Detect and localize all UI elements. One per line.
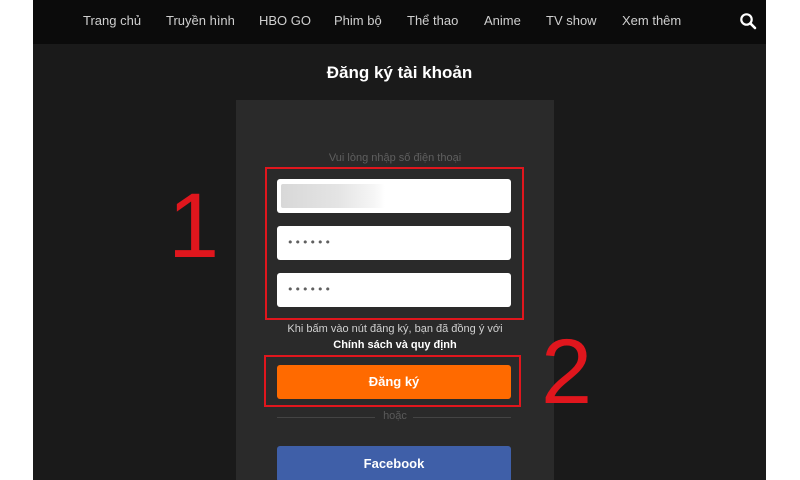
page-title: Đăng ký tài khoản (326, 63, 473, 82)
search-icon[interactable] (739, 12, 757, 30)
facebook-login-button[interactable]: Facebook (277, 446, 511, 480)
nav-item-phim-bo[interactable]: Phim bộ (334, 13, 382, 28)
nav-item-hbo-go[interactable]: HBO GO (259, 13, 311, 28)
nav-item-the-thao[interactable]: Thể thao (407, 13, 458, 28)
annotation-box-fields (265, 167, 524, 320)
divider-right (413, 417, 511, 418)
nav-item-tv-show[interactable]: TV show (546, 13, 597, 28)
phone-hint-label: Vui lòng nhập số điện thoại (328, 152, 462, 164)
annotation-number-2: 2 (541, 321, 593, 423)
annotation-box-register (264, 355, 521, 407)
nav-item-trang-chu[interactable]: Trang chủ (83, 13, 141, 28)
annotation-number-1: 1 (168, 175, 220, 277)
policy-link[interactable]: Chính sách và quy định (236, 339, 554, 351)
nav-item-xem-them[interactable]: Xem thêm (622, 13, 681, 28)
nav-item-anime[interactable]: Anime (484, 13, 521, 28)
or-label: hoặc (383, 410, 407, 422)
top-navigation-bar: Trang chủ Truyền hình HBO GO Phim bộ Thể… (33, 0, 766, 44)
terms-text: Khi bấm vào nút đăng ký, bạn đã đồng ý v… (287, 323, 503, 335)
nav-item-truyen-hinh[interactable]: Truyền hình (166, 13, 235, 28)
